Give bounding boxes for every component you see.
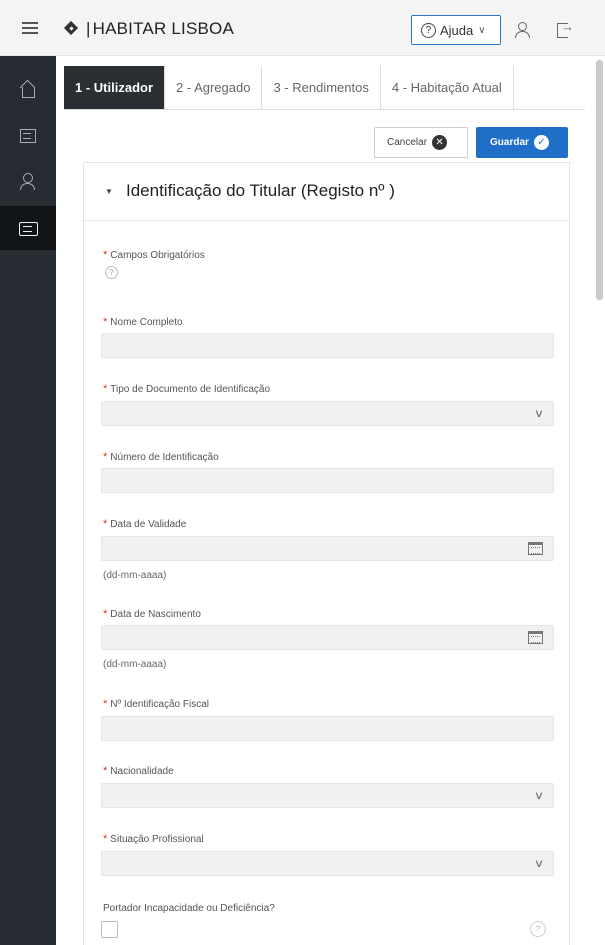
doc-type-label: * Tipo de Documento de Identificação [103, 383, 271, 395]
calendar-icon[interactable] [528, 542, 543, 555]
disability-checkbox[interactable] [101, 921, 118, 938]
save-button[interactable]: Guardar ✓ [476, 127, 568, 158]
nav-registration[interactable] [0, 206, 56, 250]
region-title: Identificação do Titular (Registo nº ) [126, 181, 395, 200]
list-icon [19, 127, 37, 145]
tab-rendimentos[interactable]: 3 - Rendimentos [262, 66, 381, 109]
user-add-icon [19, 173, 37, 191]
menu-icon[interactable] [22, 22, 38, 34]
scrollbar[interactable] [596, 60, 603, 300]
chevron-down-icon: ∨ [533, 858, 545, 870]
professional-status-label: * Situação Profissional [103, 833, 204, 845]
region-header[interactable]: ▼ Identificação do Titular (Registo nº ) [84, 163, 569, 221]
tax-id-input[interactable] [101, 716, 554, 741]
doc-number-label: * Número de Identificação [103, 451, 219, 463]
birth-date-label: * Data de Nascimento [103, 608, 201, 620]
expiry-date-label: * Data de Validade [103, 518, 187, 530]
tab-habitacao-atual[interactable]: 4 - Habitação Atual [381, 66, 514, 109]
chevron-down-icon: ∨ [533, 408, 545, 420]
app-brand[interactable]: | HABITAR LISBOA [64, 19, 234, 39]
logout-icon[interactable] [556, 19, 574, 38]
id-card-icon [19, 219, 38, 237]
expiry-date-input[interactable] [101, 536, 554, 561]
help-icon[interactable]: ? [530, 921, 546, 937]
chevron-down-icon: ∨ [478, 24, 486, 36]
help-label: Ajuda [440, 22, 474, 38]
required-note: * Campos Obrigatórios [103, 249, 205, 261]
disability-label: Portador Incapacidade ou Deficiência? [103, 903, 275, 914]
doc-number-input[interactable] [101, 468, 554, 493]
doc-type-select[interactable]: ∨ [101, 401, 554, 426]
help-button[interactable]: ? Ajuda ∨ [411, 15, 501, 45]
cancel-button[interactable]: Cancelar ✕ [374, 127, 468, 158]
save-label: Guardar [490, 137, 529, 148]
help-icon[interactable]: ? [105, 266, 118, 279]
logo-icon [64, 21, 80, 37]
tab-utilizador[interactable]: 1 - Utilizador [64, 66, 166, 109]
help-icon: ? [421, 22, 436, 38]
nav-list[interactable] [0, 114, 56, 158]
cancel-label: Cancelar [387, 137, 428, 148]
tax-id-label: * Nº Identificação Fiscal [103, 698, 209, 710]
wizard-tabs: 1 - Utilizador 2 - Agregado 3 - Rendimen… [64, 66, 585, 110]
user-icon[interactable] [514, 22, 530, 38]
nationality-select[interactable]: ∨ [101, 783, 554, 808]
top-bar: | HABITAR LISBOA ? Ajuda ∨ [0, 0, 605, 56]
check-icon: ✓ [533, 135, 549, 150]
titular-region: ▼ Identificação do Titular (Registo nº )… [83, 162, 570, 945]
nav-home[interactable] [0, 68, 56, 112]
nationality-label: * Nacionalidade [103, 765, 174, 777]
professional-status-select[interactable]: ∨ [101, 851, 554, 876]
brand-separator: | [86, 19, 91, 38]
calendar-icon[interactable] [528, 631, 543, 644]
close-icon: ✕ [432, 135, 448, 150]
expiry-date-hint: (dd-mm-aaaa) [103, 570, 167, 581]
birth-date-input[interactable] [101, 625, 554, 650]
side-navigation [0, 56, 56, 945]
nav-user[interactable] [0, 160, 56, 204]
full-name-label: * Nome Completo [103, 316, 183, 328]
collapse-icon[interactable]: ▼ [105, 187, 113, 196]
full-name-input[interactable] [101, 333, 554, 358]
brand-name: HABITAR LISBOA [92, 19, 234, 38]
tab-agregado[interactable]: 2 - Agregado [165, 66, 263, 109]
birth-date-hint: (dd-mm-aaaa) [103, 659, 167, 670]
chevron-down-icon: ∨ [533, 790, 545, 802]
home-icon [19, 81, 37, 99]
